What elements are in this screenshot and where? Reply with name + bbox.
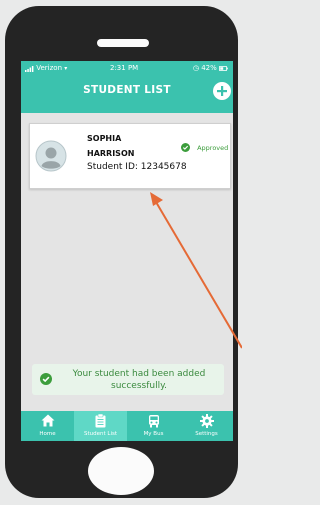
annotation-arrow [150,192,242,349]
